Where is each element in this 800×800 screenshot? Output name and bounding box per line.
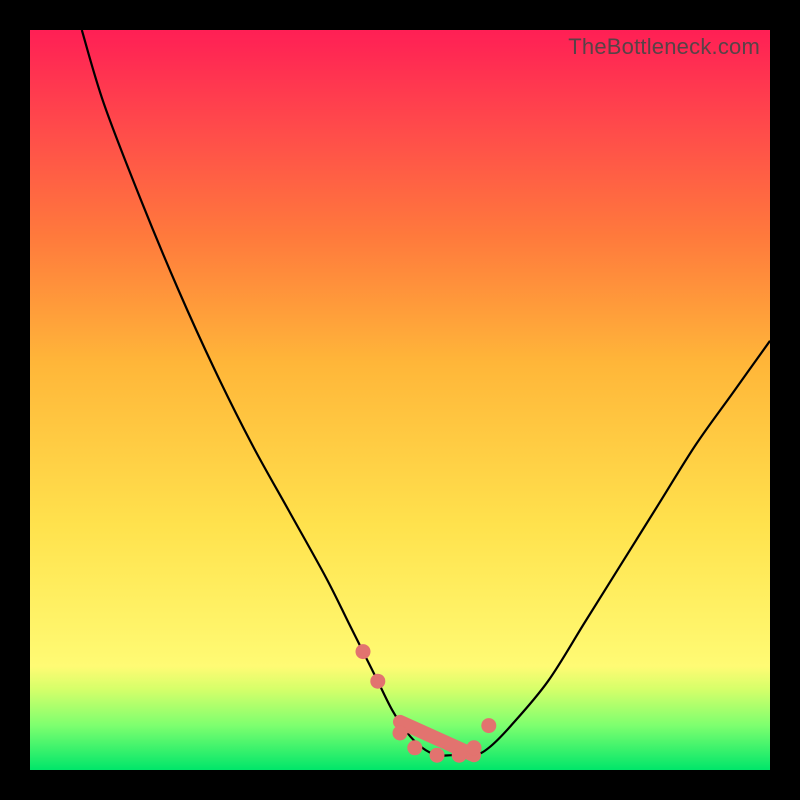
chart-plot-area: TheBottleneck.com xyxy=(30,30,770,770)
curve-path xyxy=(82,30,770,756)
curve-marker xyxy=(407,740,422,755)
curve-marker xyxy=(356,644,371,659)
curve-marker xyxy=(430,748,445,763)
curve-marker xyxy=(481,718,496,733)
curve-markers xyxy=(356,644,497,763)
curve-marker xyxy=(370,674,385,689)
curve-marker xyxy=(452,748,467,763)
curve-marker xyxy=(467,740,482,755)
curve-marker xyxy=(393,726,408,741)
chart-frame: TheBottleneck.com xyxy=(0,0,800,800)
bottleneck-curve xyxy=(30,30,770,770)
